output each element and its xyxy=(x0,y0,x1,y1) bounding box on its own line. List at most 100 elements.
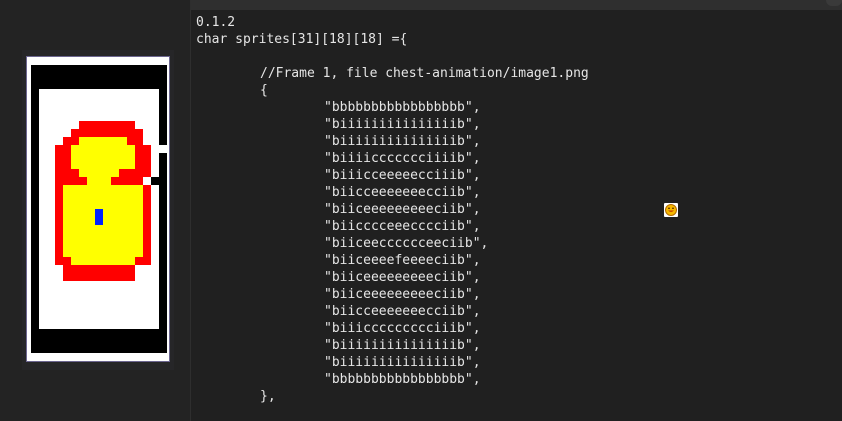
sprite-pixel xyxy=(111,105,119,113)
sprite-pixel xyxy=(31,65,39,73)
sprite-pixel xyxy=(119,65,127,73)
sprite-pixel xyxy=(111,161,119,169)
sprite-pixel xyxy=(159,161,167,169)
sprite-pixel xyxy=(63,169,71,177)
sprite-pixel xyxy=(79,193,87,201)
sprite-pixel xyxy=(31,289,39,297)
sprite-pixel xyxy=(119,233,127,241)
sprite-pixel xyxy=(103,217,111,225)
panel-divider[interactable] xyxy=(190,0,191,421)
sprite-pixel xyxy=(55,89,63,97)
sprite-pixel xyxy=(127,289,135,297)
sprite-pixel xyxy=(31,225,39,233)
sprite-pixel xyxy=(111,337,119,345)
sprite-pixel xyxy=(79,145,87,153)
sprite-pixel xyxy=(55,209,63,217)
sprite-pixel xyxy=(71,89,79,97)
sprite-row: "biiceeeeeeeeeciib", xyxy=(324,270,481,285)
sprite-pixel xyxy=(47,273,55,281)
sprite-pixel xyxy=(127,337,135,345)
sprite-pixel xyxy=(159,337,167,345)
sprite-pixel xyxy=(135,345,143,353)
sprite-pixel xyxy=(103,257,111,265)
sprite-pixel xyxy=(55,201,63,209)
sprite-pixel xyxy=(119,145,127,153)
sprite-pixel xyxy=(47,121,55,129)
sprite-pixel xyxy=(55,185,63,193)
sprite-pixel xyxy=(47,297,55,305)
sprite-pixel xyxy=(151,105,159,113)
sprite-pixel xyxy=(143,297,151,305)
sprite-pixel xyxy=(95,337,103,345)
sprite-pixel xyxy=(127,137,135,145)
sprite-pixel xyxy=(39,105,47,113)
sprite-pixel xyxy=(87,105,95,113)
sprite-pixel xyxy=(143,97,151,105)
sprite-pixel xyxy=(143,345,151,353)
sprite-pixel xyxy=(119,337,127,345)
sprite-pixel xyxy=(95,137,103,145)
sprite-pixel xyxy=(63,241,71,249)
sprite-pixel xyxy=(151,217,159,225)
sprite-pixel xyxy=(55,113,63,121)
sprite-pixel xyxy=(119,321,127,329)
sprite-pixel xyxy=(127,153,135,161)
sprite-pixel xyxy=(127,249,135,257)
sprite-pixel xyxy=(71,289,79,297)
sprite-pixel xyxy=(143,65,151,73)
sprite-pixel xyxy=(127,201,135,209)
sprite-pixel xyxy=(143,337,151,345)
window-control-icon[interactable] xyxy=(826,0,842,6)
sprite-pixel xyxy=(79,233,87,241)
sprite-pixel xyxy=(119,209,127,217)
sprite-pixel xyxy=(127,161,135,169)
sprite-pixel xyxy=(87,185,95,193)
sprite-row: "biiceeeeeeeeeciib", xyxy=(324,287,481,302)
sprite-pixel xyxy=(87,225,95,233)
sprite-pixel xyxy=(87,177,95,185)
sprite-pixel xyxy=(143,225,151,233)
sprite-pixel xyxy=(111,193,119,201)
sprite-pixel xyxy=(151,145,159,153)
sprite-pixel xyxy=(159,177,167,185)
sprite-pixel xyxy=(159,281,167,289)
sprite-pixel xyxy=(95,249,103,257)
sprite-pixel xyxy=(63,305,71,313)
sprite-pixel xyxy=(127,217,135,225)
sprite-pixel xyxy=(31,161,39,169)
sprite-pixel xyxy=(55,121,63,129)
sprite-pixel xyxy=(87,137,95,145)
sprite-pixel xyxy=(143,273,151,281)
sprite-pixel xyxy=(95,329,103,337)
sprite-pixel xyxy=(143,233,151,241)
sprite-pixel xyxy=(95,161,103,169)
sprite-pixel xyxy=(63,161,71,169)
sprite-pixel xyxy=(63,153,71,161)
sprite-pixel xyxy=(71,169,79,177)
sprite-pixel xyxy=(119,177,127,185)
sprite-pixel xyxy=(31,273,39,281)
sprite-row: "biiiiccccccciiiib", xyxy=(324,151,481,166)
app-window: 0.1.2 char sprites[31][18][18] ={//Frame … xyxy=(0,0,842,421)
sprite-pixel xyxy=(151,161,159,169)
sprite-pixel xyxy=(127,241,135,249)
sprite-pixel xyxy=(47,73,55,81)
sprite-pixel xyxy=(151,177,159,185)
code-editor[interactable]: 0.1.2 char sprites[31][18][18] ={//Frame … xyxy=(196,14,589,405)
sprite-pixel xyxy=(119,273,127,281)
sprite-pixel xyxy=(127,169,135,177)
sprite-pixel xyxy=(39,121,47,129)
sprite-pixel xyxy=(127,209,135,217)
sprite-pixel xyxy=(103,281,111,289)
sprite-pixel xyxy=(103,73,111,81)
sprite-pixel xyxy=(95,129,103,137)
sprite-pixel xyxy=(87,249,95,257)
sprite-pixel xyxy=(79,97,87,105)
sprite-pixel xyxy=(119,257,127,265)
sprite-pixel xyxy=(87,273,95,281)
sprite-pixel xyxy=(63,89,71,97)
smiley-emoji-icon[interactable] xyxy=(664,203,678,217)
sprite-pixel xyxy=(111,65,119,73)
sprite-pixel xyxy=(71,177,79,185)
sprite-pixel xyxy=(159,289,167,297)
